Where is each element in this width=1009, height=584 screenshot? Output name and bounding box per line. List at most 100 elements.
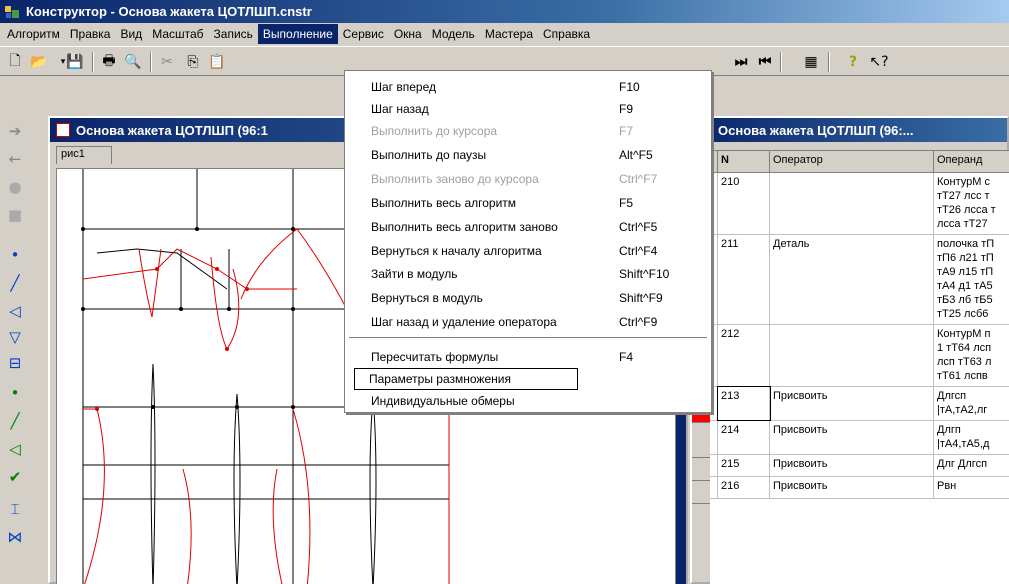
cell-operator[interactable]: Деталь bbox=[770, 235, 934, 324]
dropdown-item-shortcut: Shift^F9 bbox=[619, 291, 663, 305]
arrow-right-icon[interactable]: ➔ bbox=[4, 120, 26, 142]
green-line-icon[interactable]: ╱ bbox=[4, 410, 26, 432]
dropdown-item-12[interactable]: Параметры размножения bbox=[354, 368, 578, 390]
layers-icon[interactable]: ⊟ bbox=[4, 352, 26, 374]
dropdown-item-10[interactable]: Шаг назад и удаление оператора Ctrl^F9 bbox=[371, 312, 711, 332]
green-check-icon[interactable]: ✔ bbox=[4, 466, 26, 488]
cell-operand[interactable]: Длгп |тА4,тА5,д bbox=[934, 421, 1009, 454]
arrow-left-icon[interactable]: ← bbox=[4, 148, 26, 170]
dropdown-item-13[interactable]: Индивидуальные обмеры bbox=[371, 391, 711, 411]
dropdown-item-2[interactable]: Выполнить до курсора F7 bbox=[371, 121, 711, 141]
paste-icon[interactable]: 📋 bbox=[206, 51, 228, 73]
cell-n[interactable]: 214 bbox=[718, 421, 770, 454]
dropdown-item-1[interactable]: Шаг назад F9 bbox=[371, 99, 711, 119]
cell-n[interactable]: 213 bbox=[717, 386, 771, 421]
menu-item-2[interactable]: Вид bbox=[115, 24, 147, 44]
dropdown-item-11[interactable]: Пересчитать формулы F4 bbox=[371, 347, 711, 367]
window-title: Конструктор - Основа жакета ЦОТЛШП.cnstr bbox=[26, 4, 312, 19]
operand-line: Рвн bbox=[937, 480, 957, 492]
cell-operand[interactable]: полочка тП тП6 л21 тП тА9 л15 тП тА4 д1 тА5… bbox=[934, 235, 1009, 324]
cell-n[interactable]: 211 bbox=[718, 235, 770, 324]
cell-n[interactable]: 210 bbox=[718, 173, 770, 234]
table-row[interactable]: 210 КонтурМ с тТ27 лсс т тТ26 лсса т лсса тТ… bbox=[710, 173, 1009, 235]
tool-icon[interactable]: ▦ bbox=[800, 51, 822, 73]
green-point-icon[interactable]: • bbox=[4, 382, 26, 404]
cell-operator[interactable]: Присвоить bbox=[770, 421, 934, 454]
row-spacer bbox=[710, 421, 718, 454]
cell-operator[interactable]: Присвоить bbox=[770, 455, 934, 476]
column-header-operator[interactable]: Оператор bbox=[770, 151, 934, 173]
operand-line: тБ3 лб тБ5 bbox=[937, 294, 993, 306]
green-angle-icon[interactable]: ◁ bbox=[4, 438, 26, 460]
context-help-icon[interactable]: ↖? bbox=[868, 51, 890, 73]
menu-item-4[interactable]: Запись bbox=[209, 24, 258, 44]
table-row[interactable]: 214 Присвоить Длгп |тА4,тА5,д bbox=[710, 421, 1009, 455]
span-icon[interactable]: ⋈ bbox=[4, 526, 26, 548]
dropdown-item-shortcut: Alt^F5 bbox=[619, 148, 653, 162]
angle-icon[interactable]: ◁ bbox=[4, 300, 26, 322]
cell-operand[interactable]: Длг Длгсп bbox=[934, 455, 1009, 476]
tab-drawing[interactable]: рис1 bbox=[56, 146, 112, 164]
line-icon[interactable]: ╱ bbox=[4, 272, 26, 294]
dropdown-item-4[interactable]: Выполнить заново до курсора Ctrl^F7 bbox=[371, 169, 711, 189]
menu-item-9[interactable]: Мастера bbox=[480, 24, 538, 44]
menu-item-5[interactable]: Выполнение bbox=[257, 24, 338, 44]
operand-line: тТ61 лспв bbox=[937, 370, 988, 382]
cut-icon[interactable]: ✂ bbox=[156, 51, 178, 73]
cell-operand[interactable]: Рвн bbox=[934, 477, 1009, 498]
execution-menu-dropdown: Шаг вперед F10 Шаг назад F9 Выполнить до кур… bbox=[344, 70, 712, 413]
column-header-n[interactable]: N bbox=[718, 151, 770, 173]
cell-n[interactable]: 216 bbox=[718, 477, 770, 498]
cell-n[interactable]: 215 bbox=[718, 455, 770, 476]
measure-icon[interactable]: ⌶ bbox=[4, 498, 26, 520]
step-back-icon[interactable]: ⏮ bbox=[754, 51, 776, 73]
cell-operator[interactable] bbox=[770, 325, 934, 386]
table-row[interactable]: 211 Деталь полочка тП тП6 л21 тП тА9 л15 тП т… bbox=[710, 235, 1009, 325]
trapezoid-icon[interactable]: ▽ bbox=[4, 326, 26, 348]
operand-line: тТ26 лсса т bbox=[937, 204, 996, 216]
menu-item-10[interactable]: Справка bbox=[538, 24, 595, 44]
drawing-window-title: Основа жакета ЦОТЛШП (96:1 bbox=[76, 122, 268, 138]
copy-icon[interactable]: ⎘ bbox=[182, 51, 204, 73]
dropdown-item-5[interactable]: Выполнить весь алгоритм F5 bbox=[371, 193, 711, 213]
cell-operator[interactable] bbox=[770, 173, 934, 234]
new-file-icon[interactable]: 🗋 bbox=[4, 51, 26, 73]
cell-n[interactable]: 212 bbox=[718, 325, 770, 386]
table-row[interactable]: 216 Присвоить Рвн bbox=[710, 477, 1009, 499]
dropdown-item-0[interactable]: Шаг вперед F10 bbox=[371, 77, 711, 97]
menu-item-7[interactable]: Окна bbox=[389, 24, 427, 44]
menu-item-3[interactable]: Масштаб bbox=[147, 24, 208, 44]
dropdown-item-7[interactable]: Вернуться к началу алгоритма Ctrl^F4 bbox=[371, 241, 711, 261]
column-header-operand[interactable]: Операнд bbox=[934, 151, 1009, 173]
cell-operand[interactable]: КонтурМ с тТ27 лсс т тТ26 лсса т лсса тТ27 bbox=[934, 173, 1009, 234]
square-icon[interactable]: ■ bbox=[4, 204, 26, 226]
help-icon[interactable]: ? bbox=[842, 51, 864, 73]
step-forward-icon[interactable]: ⏭ bbox=[730, 51, 752, 73]
save-icon[interactable]: 💾 bbox=[64, 51, 86, 73]
menu-item-1[interactable]: Правка bbox=[65, 24, 116, 44]
cell-operator[interactable]: Присвоить bbox=[770, 477, 934, 498]
menu-item-8[interactable]: Модель bbox=[427, 24, 480, 44]
open-file-icon[interactable]: 📂 bbox=[28, 51, 50, 73]
point-icon[interactable]: • bbox=[4, 244, 26, 266]
dropdown-item-label: Шаг вперед bbox=[371, 80, 437, 94]
table-row[interactable]: 212 КонтурМ п 1 тТ64 лсп лсп тТ63 л тТ61 лсп… bbox=[710, 325, 1009, 387]
dropdown-item-3[interactable]: Выполнить до паузы Alt^F5 bbox=[371, 145, 711, 165]
cell-operand[interactable]: КонтурМ п 1 тТ64 лсп лсп тТ63 л тТ61 лспв bbox=[934, 325, 1009, 386]
dropdown-item-label: Зайти в модуль bbox=[371, 267, 458, 281]
operand-line: КонтурМ п bbox=[937, 328, 991, 340]
circle-icon[interactable]: ● bbox=[4, 176, 26, 198]
menu-item-6[interactable]: Сервис bbox=[338, 24, 389, 44]
cell-operand[interactable]: Длгсп |тА,тА2,лг bbox=[934, 387, 1009, 420]
dropdown-item-8[interactable]: Зайти в модуль Shift^F10 bbox=[371, 264, 711, 284]
cell-operator[interactable]: Присвоить bbox=[770, 387, 934, 420]
table-row[interactable]: 215 Присвоить Длг Длгсп bbox=[710, 455, 1009, 477]
menu-item-0[interactable]: Алгоритм bbox=[2, 24, 65, 44]
dropdown-item-6[interactable]: Выполнить весь алгоритм заново Ctrl^F5 bbox=[371, 217, 711, 237]
dropdown-item-9[interactable]: Вернуться в модуль Shift^F9 bbox=[371, 288, 711, 308]
print-icon[interactable]: 🖶 bbox=[98, 51, 120, 73]
dropdown-item-label: Вернуться к началу алгоритма bbox=[371, 244, 542, 258]
operand-line: лсп тТ63 л bbox=[937, 356, 992, 368]
table-row[interactable]: 213 Присвоить Длгсп |тА,тА2,лг bbox=[710, 386, 1009, 421]
print-preview-icon[interactable]: 🔍 bbox=[122, 51, 144, 73]
